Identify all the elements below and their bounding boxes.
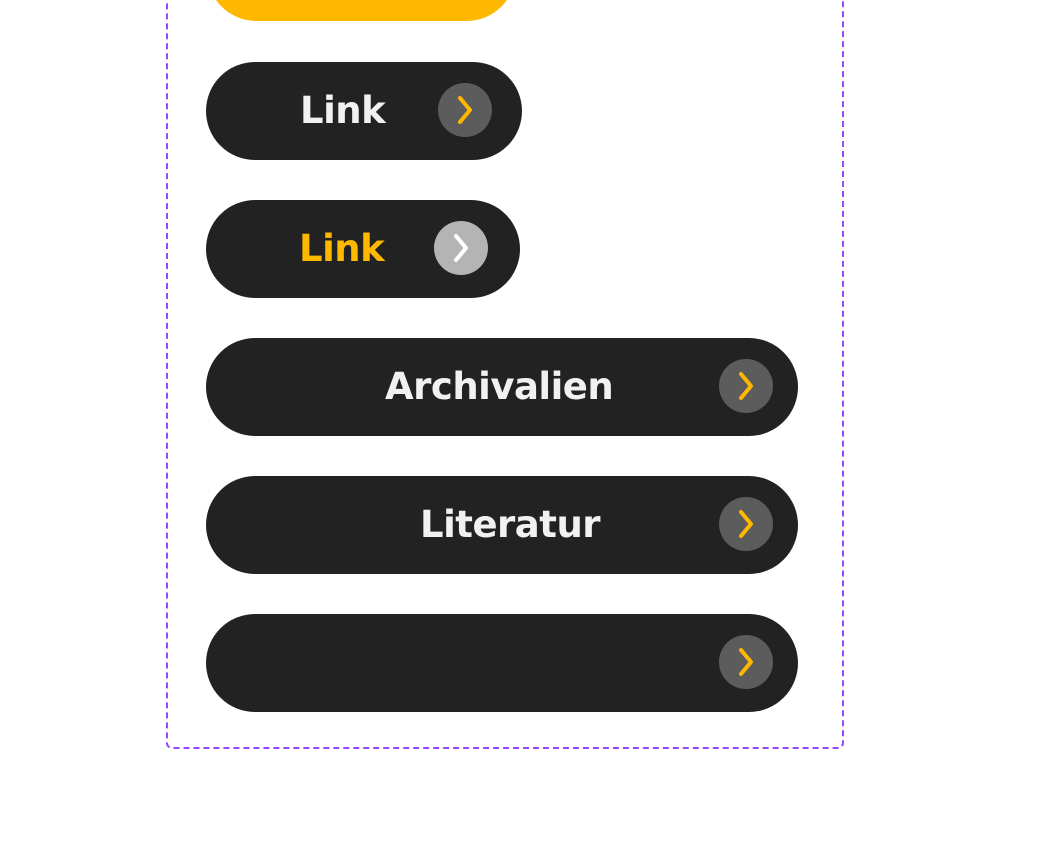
chevron-right-icon	[438, 83, 492, 137]
chevron-right-icon	[434, 221, 488, 275]
empty-label-button[interactable]	[206, 614, 798, 712]
link-button-hover[interactable]: Link	[206, 200, 520, 298]
chevron-right-icon	[719, 635, 773, 689]
archivalien-button-label: Archivalien	[385, 365, 614, 408]
archivalien-button[interactable]: Archivalien	[206, 338, 798, 436]
link-button-hover-label: Link	[299, 227, 385, 270]
literatur-button[interactable]: Literatur	[206, 476, 798, 574]
primary-button-partial[interactable]	[207, 0, 516, 21]
chevron-right-icon	[719, 359, 773, 413]
literatur-button-label: Literatur	[420, 503, 601, 546]
chevron-right-icon	[719, 497, 773, 551]
link-button-label: Link	[300, 89, 386, 132]
link-button[interactable]: Link	[206, 62, 522, 160]
